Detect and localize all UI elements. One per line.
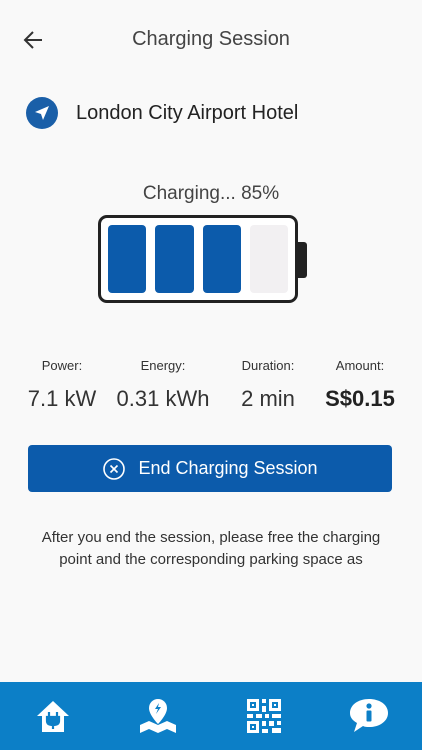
stat-power: Power: 7.1 kW — [22, 358, 102, 412]
stat-value: 2 min — [241, 386, 295, 411]
stat-label: Duration: — [241, 358, 295, 373]
stat-value: 0.31 kWh — [116, 386, 210, 411]
qr-code-icon[interactable] — [239, 691, 289, 741]
page-title: Charging Session — [132, 28, 290, 50]
end-charging-session-button[interactable]: End Charging Session — [28, 445, 392, 492]
battery-bar — [108, 225, 147, 293]
end-button-label: End Charging Session — [138, 458, 318, 478]
battery-indicator — [98, 215, 298, 303]
note-line: After you end the session, please free t… — [41, 529, 381, 546]
battery-bar — [155, 225, 194, 293]
location-row: London City Airport Hotel — [26, 96, 298, 130]
stat-label: Power: — [41, 358, 83, 373]
bottom-tab-bar — [0, 682, 422, 750]
battery-bar — [202, 225, 241, 293]
location-name: London City Airport Hotel — [76, 101, 299, 124]
end-session-note: After you end the session, please free t… — [20, 527, 402, 571]
stat-label: Energy: — [140, 358, 186, 373]
navigation-arrow-icon — [26, 97, 58, 129]
header: Charging Session — [0, 0, 422, 80]
stat-energy: Energy: 0.31 kWh — [110, 358, 216, 412]
battery-bar — [249, 225, 288, 293]
map-pin-icon[interactable] — [133, 691, 183, 741]
battery-terminal — [298, 242, 307, 278]
close-circle-icon — [102, 457, 126, 481]
stat-value: 7.1 kW — [27, 386, 97, 411]
charging-status: Charging... 85% — [142, 183, 280, 204]
info-icon[interactable] — [344, 691, 394, 741]
stat-amount: Amount: S$0.15 — [318, 358, 402, 412]
stat-duration: Duration: 2 min — [230, 358, 306, 412]
stat-label: Amount: — [335, 358, 385, 373]
home-plug-icon[interactable] — [28, 691, 78, 741]
stat-value: S$0.15 — [325, 386, 395, 411]
note-line: point and the corresponding parking spac… — [59, 551, 363, 568]
